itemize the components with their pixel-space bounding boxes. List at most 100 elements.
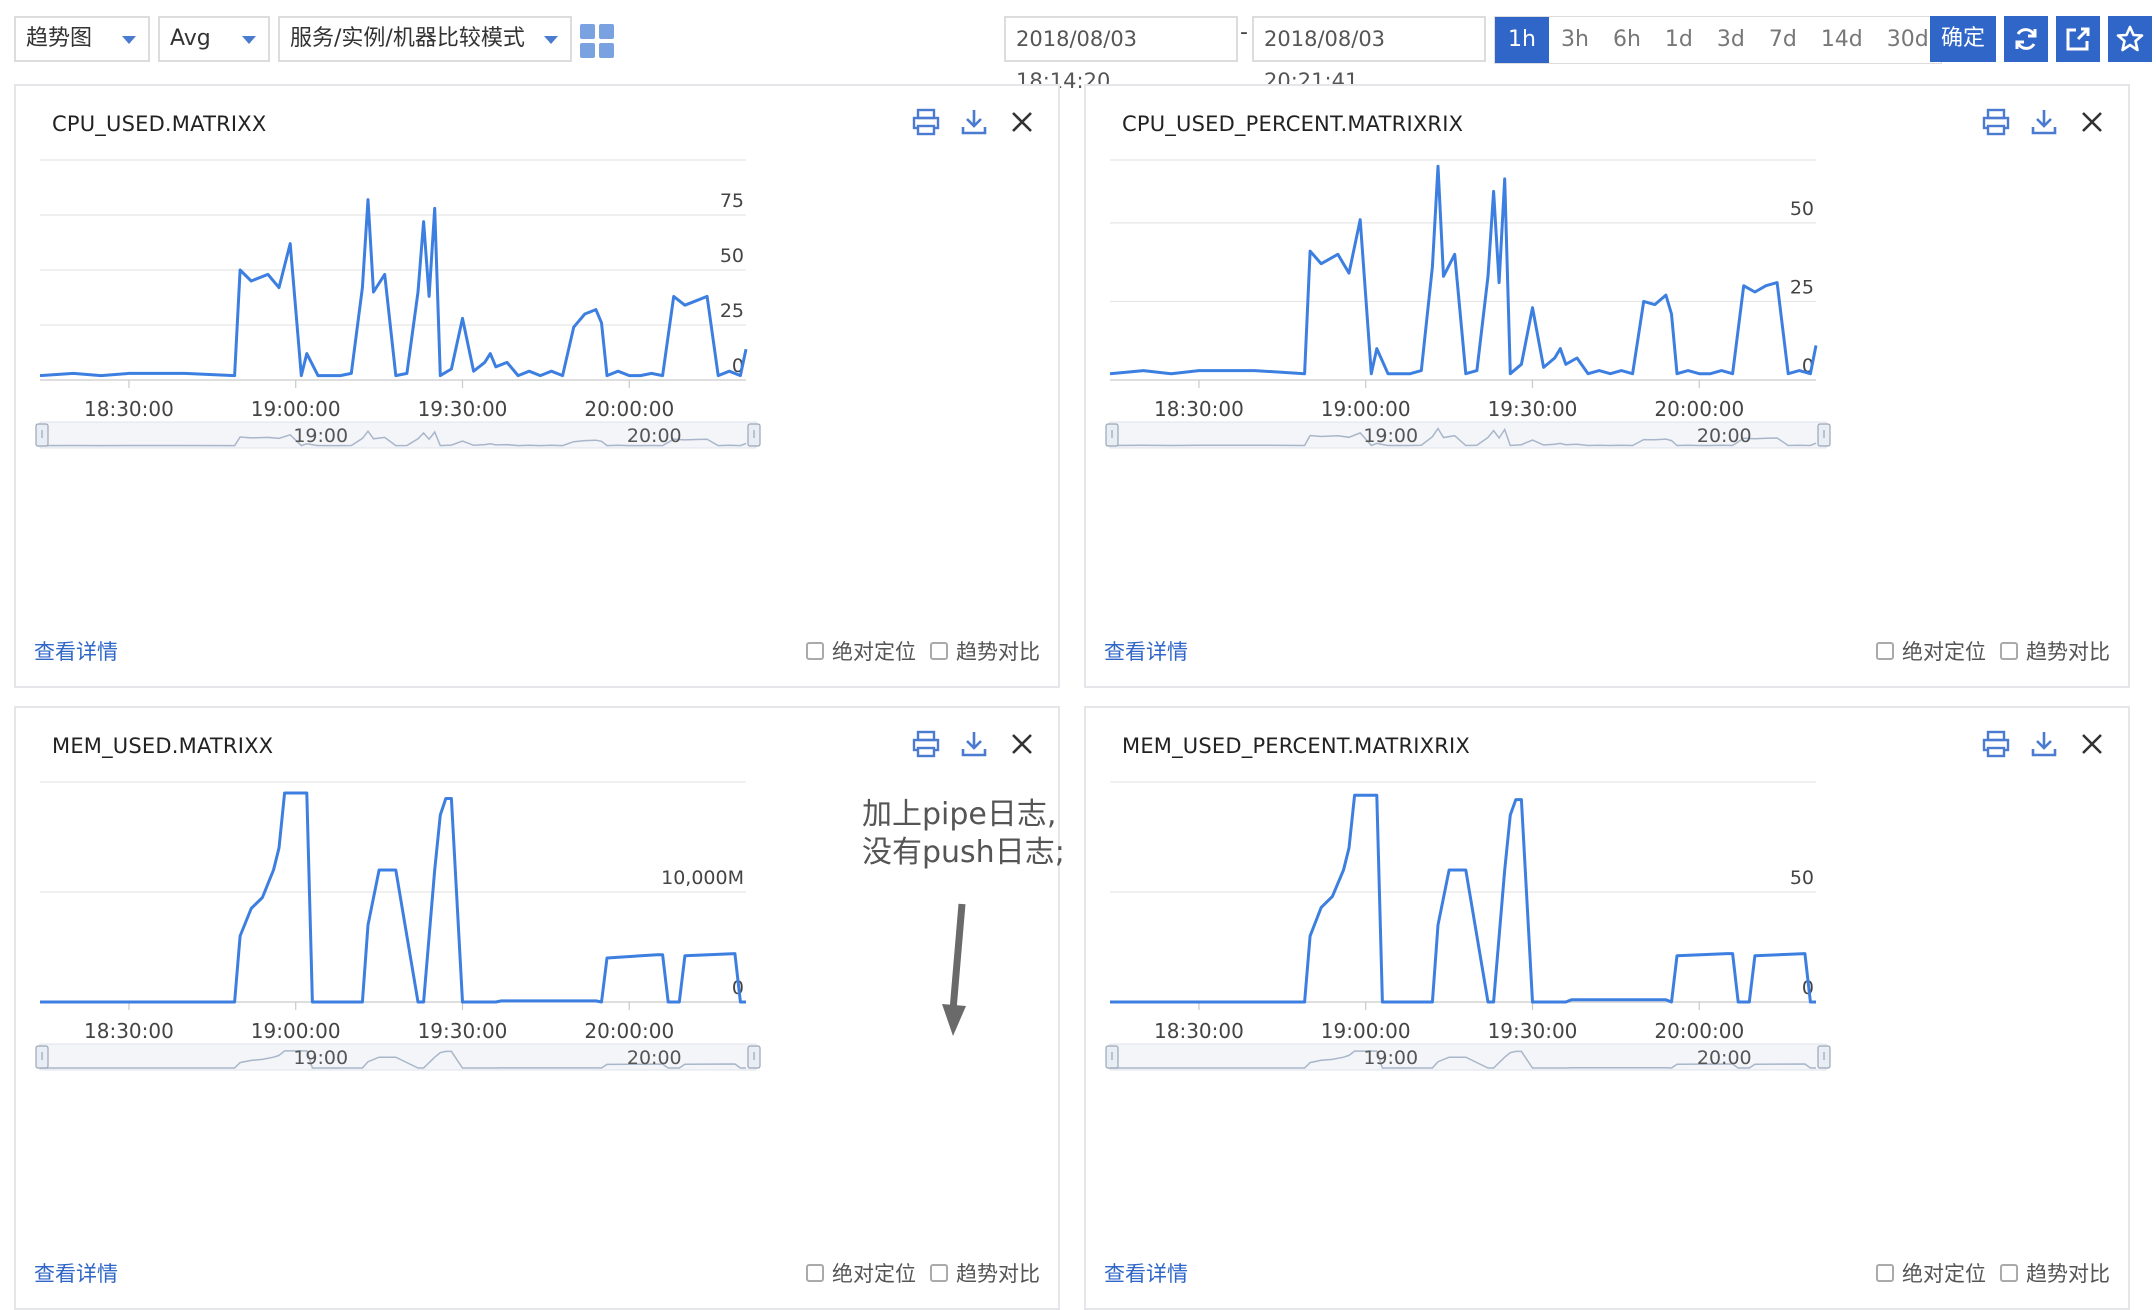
data-point xyxy=(593,307,599,313)
data-point xyxy=(1107,999,1113,1005)
data-point xyxy=(1529,305,1535,311)
range-14d-button[interactable]: 14d xyxy=(1809,17,1875,63)
data-point xyxy=(1802,951,1808,957)
share-button[interactable] xyxy=(2056,16,2100,62)
y-tick-label: 50 xyxy=(1790,198,1814,220)
data-point xyxy=(1663,292,1669,298)
data-point xyxy=(1730,951,1736,957)
series-line xyxy=(1109,164,1818,376)
data-point xyxy=(237,267,243,273)
end-time-input[interactable]: 2018/08/03 20:21:41 xyxy=(1252,16,1486,93)
range-1h-button[interactable]: 1h xyxy=(1495,17,1549,63)
data-point xyxy=(1346,845,1352,851)
y-tick-label: 25 xyxy=(1790,276,1814,298)
x-tick-label: 19:30:00 xyxy=(418,397,508,421)
x-tick-label: 20:00:00 xyxy=(584,397,674,421)
data-point xyxy=(1741,283,1747,289)
chevron-down-icon xyxy=(122,36,136,44)
absolute-position-checkbox[interactable] xyxy=(1876,1264,1894,1282)
range-3d-button[interactable]: 3d xyxy=(1705,17,1757,63)
series-line xyxy=(40,791,746,1004)
absolute-position-checkbox[interactable] xyxy=(1876,642,1894,660)
absolute-position-checkbox[interactable] xyxy=(806,642,824,660)
trend-compare-label: 趋势对比 xyxy=(2026,640,2110,664)
x-tick-label: 18:30:00 xyxy=(84,1019,174,1043)
range-3h-button[interactable]: 3h xyxy=(1549,17,1601,63)
refresh-button[interactable] xyxy=(2004,16,2048,62)
data-point xyxy=(1502,176,1508,182)
aggregation-select[interactable]: Avg xyxy=(158,16,270,62)
data-point xyxy=(1685,368,1691,374)
data-point xyxy=(421,219,427,225)
grid-icon[interactable] xyxy=(580,24,614,58)
trend-compare-checkbox[interactable] xyxy=(930,642,948,660)
data-point xyxy=(432,205,438,211)
data-point xyxy=(526,368,532,374)
data-point xyxy=(265,271,271,277)
data-point xyxy=(371,289,377,295)
data-point xyxy=(732,951,738,957)
data-point xyxy=(648,370,654,376)
data-point xyxy=(1352,792,1358,798)
y-tick-label: 75 xyxy=(720,190,744,212)
data-point xyxy=(415,289,421,295)
chevron-down-icon xyxy=(242,36,256,44)
data-point xyxy=(537,373,543,379)
x-tick-label: 19:00:00 xyxy=(1321,397,1411,421)
data-point xyxy=(1563,361,1569,367)
data-point xyxy=(1463,867,1469,873)
data-point xyxy=(604,373,610,379)
y-tick-label: 10,000M xyxy=(661,867,744,889)
line-chart[interactable]: 0255018:30:00 19:00:00 19:30:00 20:00:0019:… xyxy=(1086,86,2128,626)
compare-mode-select[interactable]: 服务/实例/机器比较模式 xyxy=(278,16,572,62)
line-chart[interactable]: 025507518:30:00 19:00:00 19:30:00 20:00:001… xyxy=(16,86,1058,626)
trend-compare-checkbox[interactable] xyxy=(2000,642,2018,660)
absolute-position-checkbox[interactable] xyxy=(806,1264,824,1282)
data-point xyxy=(1318,261,1324,267)
view-type-select[interactable]: 趋势图 xyxy=(14,16,150,62)
data-point xyxy=(704,293,710,299)
range-6h-button[interactable]: 6h xyxy=(1601,17,1653,63)
x-tick-label: 20:00:00 xyxy=(1654,1019,1744,1043)
line-chart[interactable]: 05018:30:00 19:00:00 19:30:00 20:00:0019:00… xyxy=(1086,708,2128,1248)
confirm-button[interactable]: 确定 xyxy=(1930,16,1996,62)
data-point xyxy=(1429,999,1435,1005)
navigator-tick-label: 20:00 xyxy=(1697,1047,1752,1069)
data-point xyxy=(504,359,510,365)
favorite-button[interactable] xyxy=(2108,16,2152,62)
navigator-tick-label: 19:00 xyxy=(1363,425,1418,447)
time-separator: - xyxy=(1240,20,1248,45)
chart-panel-mem-used-percent: MEM_USED_PERCENT.MATRIXRIX 0 50 18:30:00 19… xyxy=(1084,706,2130,1310)
data-point xyxy=(1302,999,1308,1005)
data-point xyxy=(1507,371,1513,377)
data-point xyxy=(365,197,371,203)
data-point xyxy=(443,796,449,802)
line-chart[interactable]: 010,000M18:30:00 19:00:00 19:30:00 20:00:00… xyxy=(16,708,1058,1248)
data-point xyxy=(1107,371,1113,377)
trend-compare-checkbox[interactable] xyxy=(2000,1264,2018,1282)
series-line xyxy=(1110,793,1816,1004)
data-point xyxy=(493,999,499,1005)
view-details-link[interactable]: 查看详情 xyxy=(34,1258,118,1288)
data-point xyxy=(598,999,604,1005)
data-point xyxy=(604,955,610,961)
panel-options: 绝对定位 趋势对比 xyxy=(792,636,1040,666)
range-1d-button[interactable]: 1d xyxy=(1653,17,1705,63)
view-details-link[interactable]: 查看详情 xyxy=(1104,1258,1188,1288)
data-point xyxy=(237,933,243,939)
data-point xyxy=(1807,999,1813,1005)
x-tick-label: 19:00:00 xyxy=(251,1019,341,1043)
view-details-link[interactable]: 查看详情 xyxy=(34,636,118,666)
data-point xyxy=(654,952,660,958)
start-time-input[interactable]: 2018/08/03 18:14:20 xyxy=(1004,16,1238,93)
data-point xyxy=(515,373,521,379)
data-point xyxy=(598,320,604,326)
data-point xyxy=(326,373,332,379)
data-point xyxy=(282,790,288,796)
trend-compare-checkbox[interactable] xyxy=(930,1264,948,1282)
data-point xyxy=(1302,371,1308,377)
range-7d-button[interactable]: 7d xyxy=(1757,17,1809,63)
aggregation-value: Avg xyxy=(170,26,211,51)
series-line xyxy=(39,198,748,378)
view-details-link[interactable]: 查看详情 xyxy=(1104,636,1188,666)
